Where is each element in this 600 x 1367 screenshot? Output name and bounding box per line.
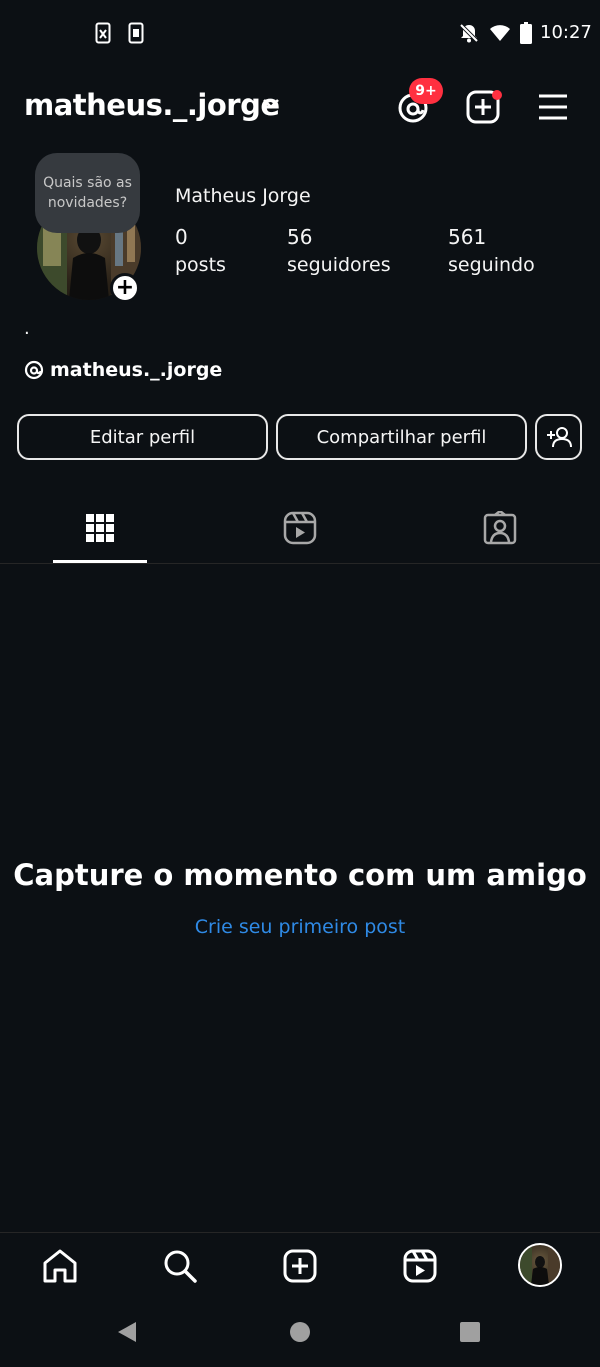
battery-icon (520, 22, 532, 44)
sim-card-icon (95, 22, 111, 44)
threads-profile-link[interactable]: matheus._.jorge (24, 359, 222, 381)
grid-icon (86, 514, 114, 542)
empty-state-title: Capture o momento com um amigo (13, 858, 587, 892)
posts-label[interactable]: posts (175, 254, 226, 276)
system-back-icon[interactable] (116, 1320, 138, 1344)
tab-grid[interactable] (80, 508, 120, 548)
search-icon[interactable] (160, 1246, 200, 1286)
sim-card-icon-2 (128, 22, 144, 44)
following-count[interactable]: 561 (448, 225, 486, 249)
tab-reels[interactable] (280, 508, 320, 548)
tagged-icon (483, 511, 517, 545)
create-first-post-link[interactable]: Crie seu primeiro post (0, 916, 600, 938)
posts-count[interactable]: 0 (175, 225, 188, 249)
chevron-down-icon[interactable] (262, 98, 280, 110)
threads-small-icon (24, 360, 44, 380)
notifications-off-icon (458, 22, 480, 44)
tab-tagged[interactable] (480, 508, 520, 548)
menu-icon[interactable] (538, 93, 568, 121)
add-person-icon (546, 426, 572, 448)
create-icon[interactable] (280, 1246, 320, 1286)
followers-label[interactable]: seguidores (287, 254, 391, 276)
reels-nav-icon[interactable] (400, 1246, 440, 1286)
wifi-icon (489, 22, 511, 44)
add-story-button[interactable]: + (110, 273, 140, 303)
profile-nav-avatar[interactable] (518, 1243, 562, 1287)
reels-icon (283, 511, 317, 545)
bottom-nav-divider (0, 1232, 600, 1233)
full-name: Matheus Jorge (175, 185, 311, 207)
new-post-dot (492, 90, 502, 100)
followers-count[interactable]: 56 (287, 225, 312, 249)
discover-people-button[interactable] (535, 414, 582, 460)
home-icon[interactable] (40, 1246, 80, 1286)
username-switcher[interactable]: matheus._.jorge (24, 88, 280, 122)
threads-notification-badge: 9+ (409, 78, 443, 104)
profile-note-bubble[interactable]: Quais são as novidades? (35, 153, 140, 233)
system-home-icon[interactable] (289, 1321, 311, 1343)
edit-profile-button[interactable]: Editar perfil (17, 414, 268, 460)
bio-text: . (24, 318, 30, 339)
tab-divider (0, 563, 600, 564)
status-time: 10:27 (540, 22, 592, 43)
following-label[interactable]: seguindo (448, 254, 535, 276)
share-profile-button[interactable]: Compartilhar perfil (276, 414, 527, 460)
threads-handle: matheus._.jorge (50, 359, 223, 381)
system-recents-icon[interactable] (459, 1321, 481, 1343)
profile-note-text: Quais são as novidades? (43, 175, 132, 211)
